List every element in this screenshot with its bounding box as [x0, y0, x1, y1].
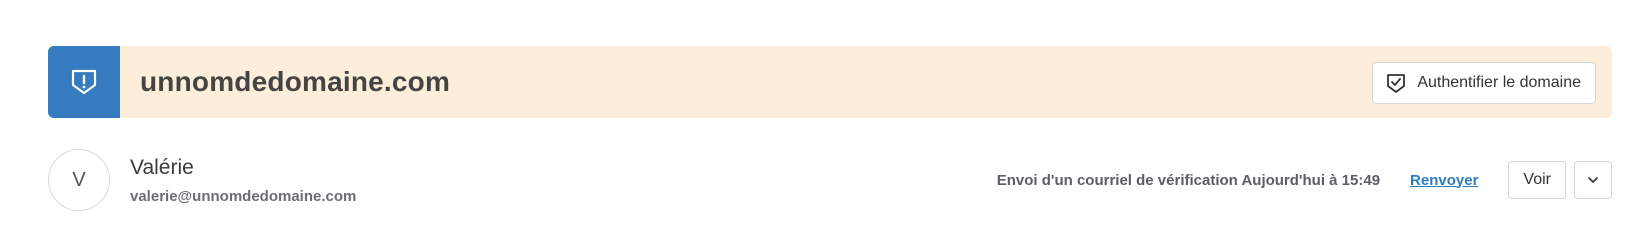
domain-banner: unnomdedomaine.com Authentifier le domai… [48, 46, 1612, 118]
avatar: V [48, 149, 110, 211]
user-info: Valérie valerie@unnomdedomaine.com [130, 156, 356, 205]
authenticate-domain-button[interactable]: Authentifier le domaine [1372, 62, 1596, 104]
view-button[interactable]: Voir [1508, 161, 1566, 199]
more-options-button[interactable] [1574, 161, 1612, 199]
user-actions: Envoi d'un courriel de vérification Aujo… [997, 161, 1612, 199]
resend-link[interactable]: Renvoyer [1410, 172, 1478, 189]
user-email: valerie@unnomdedomaine.com [130, 187, 357, 205]
user-row: V Valérie valerie@unnomdedomaine.com Env… [48, 148, 1612, 212]
chevron-down-icon [1588, 177, 1598, 183]
domain-status-icon-box [48, 46, 120, 118]
domain-name: unnomdedomaine.com [140, 66, 451, 97]
user-name: Valérie [130, 155, 194, 179]
shield-exclamation-icon [71, 69, 97, 95]
shield-check-icon [1387, 74, 1406, 93]
authenticate-domain-label: Authentifier le domaine [1417, 74, 1581, 91]
verification-status: Envoi d'un courriel de vérification Aujo… [996, 171, 1381, 189]
